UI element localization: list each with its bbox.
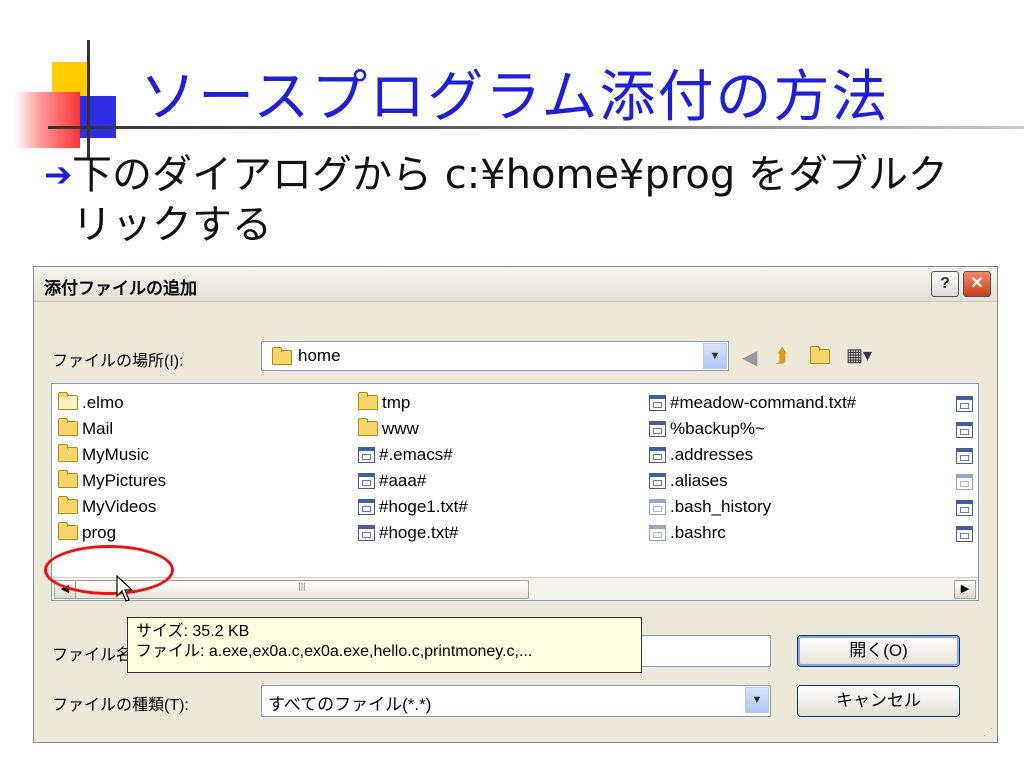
horizontal-scrollbar[interactable]: ◀ ||| ▶: [52, 577, 978, 600]
file-type-select[interactable]: すべてのファイル(*.*) ▼: [261, 685, 771, 717]
file-icon[interactable]: [956, 474, 973, 490]
list-item-aliases[interactable]: .aliases: [649, 470, 728, 492]
folder-icon: [58, 496, 78, 515]
file-icon: [649, 446, 666, 463]
location-value: home: [298, 346, 341, 365]
file-icon[interactable]: [956, 448, 973, 464]
folder-icon: [358, 418, 378, 437]
instruction-text: ➔ 下のダイアログから c:¥home¥prog をダブルク リックする: [44, 150, 1012, 250]
list-item-mymusic[interactable]: MyMusic: [58, 444, 149, 466]
open-button[interactable]: 開く(O): [797, 635, 960, 667]
arrow-icon: ➔: [44, 155, 73, 195]
file-name-label: ファイル名: [52, 647, 133, 664]
chevron-down-icon[interactable]: ▼: [703, 343, 727, 369]
location-label: ファイルの場所(I):: [52, 353, 184, 370]
resize-grip-icon[interactable]: ⋰: [983, 727, 993, 738]
dialog-titlebar: 添付ファイルの追加 ? ✕: [34, 267, 997, 302]
file-type-value: すべてのファイル(*.*): [268, 695, 432, 714]
title-decoration-blue: [80, 96, 116, 138]
instruction-line-1: 下のダイアログから c:¥home¥prog をダブルク: [72, 152, 949, 198]
file-icon: [358, 524, 375, 541]
file-icon[interactable]: [956, 422, 973, 438]
list-item-addresses[interactable]: .addresses: [649, 444, 753, 466]
tooltip-files: ファイル: a.exe,ex0a.c,ex0a.exe,hello.c,prin…: [136, 643, 533, 660]
list-item-prog[interactable]: prog: [58, 522, 116, 544]
file-list: .elmo Mail MyMusic MyPictures MyVideos p…: [51, 383, 979, 601]
file-icon: [358, 498, 375, 515]
list-item-mypictures[interactable]: MyPictures: [58, 470, 166, 492]
list-item-emacs[interactable]: #.emacs#: [358, 444, 453, 466]
location-select[interactable]: home ▼: [261, 341, 729, 371]
list-item-meadow-command[interactable]: #meadow-command.txt#: [649, 392, 856, 414]
file-icon[interactable]: [956, 500, 973, 516]
list-item-www[interactable]: www: [358, 418, 419, 440]
help-button[interactable]: ?: [931, 271, 959, 297]
folder-icon: [58, 392, 78, 411]
mouse-cursor-icon: [116, 575, 134, 602]
folder-icon: [272, 347, 292, 365]
folder-icon: [58, 444, 78, 463]
list-item-myvideos[interactable]: MyVideos: [58, 496, 156, 518]
list-item-hoge[interactable]: #hoge.txt#: [358, 522, 458, 544]
title-decoration-vertical-line: [87, 40, 90, 160]
slide-title: ソースプログラム添付の方法: [140, 65, 890, 130]
tooltip-size: サイズ: 35.2 KB: [136, 623, 250, 640]
file-icon: [649, 420, 666, 437]
folder-icon: [58, 522, 78, 541]
close-button[interactable]: ✕: [963, 271, 991, 297]
file-icon[interactable]: [956, 526, 973, 542]
scroll-right-icon[interactable]: ▶: [954, 580, 976, 599]
folder-icon: [58, 418, 78, 437]
list-item-elmo[interactable]: .elmo: [58, 392, 124, 414]
list-item-aaa[interactable]: #aaa#: [358, 470, 426, 492]
list-item-tmp[interactable]: tmp: [358, 392, 410, 414]
list-item-bashrc[interactable]: .bashrc: [649, 522, 726, 544]
list-item-bash-history[interactable]: .bash_history: [649, 496, 771, 518]
chevron-down-icon[interactable]: ▼: [745, 687, 769, 713]
dialog-title: 添付ファイルの追加: [44, 279, 197, 298]
cancel-button[interactable]: キャンセル: [797, 685, 960, 717]
folder-tooltip: サイズ: 35.2 KB ファイル: a.exe,ex0a.c,ex0a.exe…: [127, 617, 642, 673]
file-icon[interactable]: [956, 396, 973, 412]
file-icon: [649, 394, 666, 411]
list-item-mail[interactable]: Mail: [58, 418, 113, 440]
new-folder-icon[interactable]: [810, 345, 830, 368]
title-decoration-red: [14, 92, 80, 148]
file-icon: [649, 498, 666, 515]
view-menu-icon[interactable]: ▦▾: [846, 345, 872, 366]
file-icon: [649, 472, 666, 489]
file-type-label: ファイルの種類(T):: [52, 697, 189, 714]
folder-icon: [358, 392, 378, 411]
back-icon[interactable]: ◀: [742, 345, 757, 370]
up-folder-icon[interactable]: ⮭: [776, 345, 788, 368]
file-icon: [358, 446, 375, 463]
list-item-hoge1[interactable]: #hoge1.txt#: [358, 496, 468, 518]
highlight-ellipse: [44, 545, 174, 595]
instruction-line-2: リックする: [72, 202, 272, 248]
file-icon: [649, 524, 666, 541]
file-icon: [358, 472, 375, 489]
list-item-backup[interactable]: %backup%~: [649, 418, 765, 440]
folder-icon: [58, 470, 78, 489]
